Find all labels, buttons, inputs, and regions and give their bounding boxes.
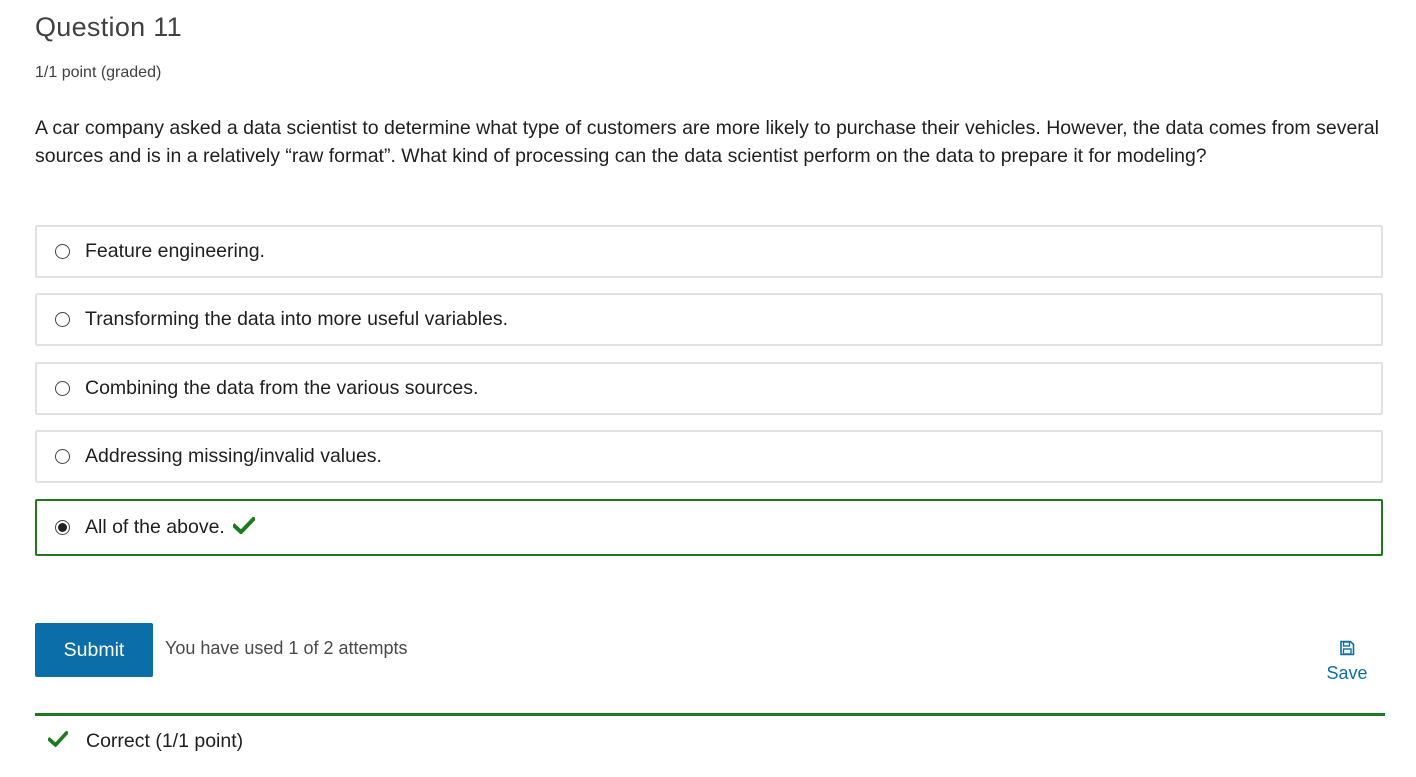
save-icon xyxy=(1320,640,1374,661)
radio-button-selected[interactable] xyxy=(55,520,70,535)
feedback-divider xyxy=(35,713,1385,716)
option-missing-values[interactable]: Addressing missing/invalid values. xyxy=(35,430,1383,483)
radio-button[interactable] xyxy=(55,244,70,259)
problem-container: Question 11 1/1 point (graded) A car com… xyxy=(0,0,1416,777)
check-icon xyxy=(231,515,257,539)
option-feature-engineering[interactable]: Feature engineering. xyxy=(35,225,1383,278)
option-label: Feature engineering. xyxy=(85,240,265,262)
option-label: Combining the data from the various sour… xyxy=(85,377,479,399)
option-label: All of the above. xyxy=(85,516,225,538)
question-text: A car company asked a data scientist to … xyxy=(35,117,1379,167)
submit-button[interactable]: Submit xyxy=(35,623,153,677)
question-title: Question 11 xyxy=(35,12,182,42)
save-label: Save xyxy=(1326,663,1368,683)
radio-button[interactable] xyxy=(55,381,70,396)
option-all-of-the-above[interactable]: All of the above. xyxy=(35,499,1383,556)
save-button[interactable]: Save xyxy=(1320,640,1374,684)
option-transforming-data[interactable]: Transforming the data into more useful v… xyxy=(35,293,1383,346)
check-icon xyxy=(46,730,70,753)
attempts-text: You have used 1 of 2 attempts xyxy=(165,638,408,658)
feedback-message: Correct (1/1 point) xyxy=(46,730,244,753)
question-points: 1/1 point (graded) xyxy=(35,64,162,81)
radio-button[interactable] xyxy=(55,312,70,327)
radio-button[interactable] xyxy=(55,449,70,464)
feedback-text: Correct (1/1 point) xyxy=(86,730,244,752)
option-label: Addressing missing/invalid values. xyxy=(85,445,382,467)
option-combining-data[interactable]: Combining the data from the various sour… xyxy=(35,362,1383,415)
option-label: Transforming the data into more useful v… xyxy=(85,308,509,330)
